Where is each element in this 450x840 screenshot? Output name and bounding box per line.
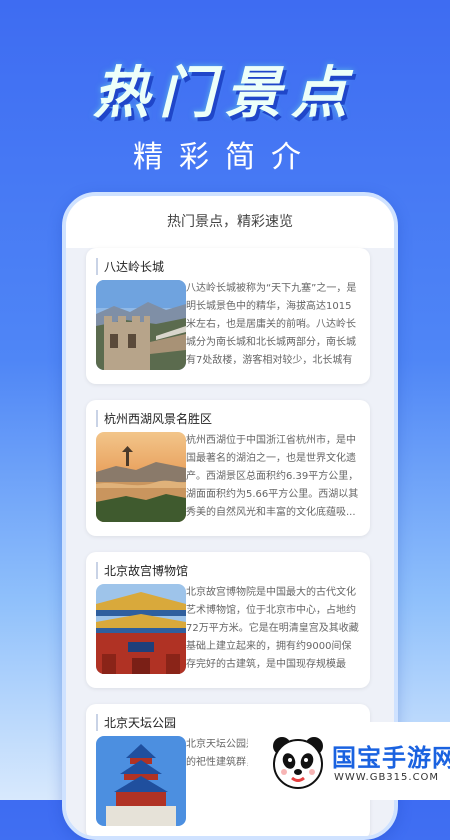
west-lake-image (96, 432, 186, 522)
attraction-card-forbidden-city[interactable]: 北京故宫博物馆 北京故宫博物院是中国最大的古代文化艺术博物馆，位于北京市中心，占… (86, 552, 370, 688)
card-description: 北京故宫博物院是中国最大的古代文化艺术博物馆，位于北京市中心，占地约72万平方米… (186, 587, 359, 670)
card-title: 八达岭长城 (96, 258, 164, 275)
temple-of-heaven-image (96, 736, 186, 826)
watermark-url: WWW.GB315.COM (334, 772, 440, 783)
hero-title: 热门景点 (93, 61, 357, 126)
card-title: 杭州西湖风景名胜区 (96, 410, 212, 427)
card-description: 杭州西湖位于中国浙江省杭州市，是中国最著名的湖泊之一，也是世界文化遗产。西湖景区… (186, 435, 359, 518)
attraction-card-west-lake[interactable]: 杭州西湖风景名胜区 杭州西湖位于中国浙江省杭州市，是中国最著名的湖泊之一，也是世… (86, 400, 370, 536)
screen-header: 热门景点，精彩速览 (66, 196, 394, 248)
card-description: 八达岭长城被称为“天下九塞”之一，是明长城景色中的精华，海拔高达1015米左右，… (186, 283, 357, 366)
attraction-card-badaling[interactable]: 八达岭长城 八达岭长城被称为“天下九塞”之一，是明长城景色中的精华，海拔高达10… (86, 248, 370, 384)
great-wall-image (96, 280, 186, 370)
panda-logo-icon (270, 734, 326, 790)
site-watermark: 国宝手游网 WWW.GB315.COM (248, 722, 450, 800)
card-title: 北京故宫博物馆 (96, 562, 188, 579)
forbidden-city-image (96, 584, 186, 674)
watermark-brand: 国宝手游网 (332, 744, 450, 772)
card-title: 北京天坛公园 (96, 714, 176, 731)
hero-subtitle: 精彩简介 (133, 140, 317, 175)
